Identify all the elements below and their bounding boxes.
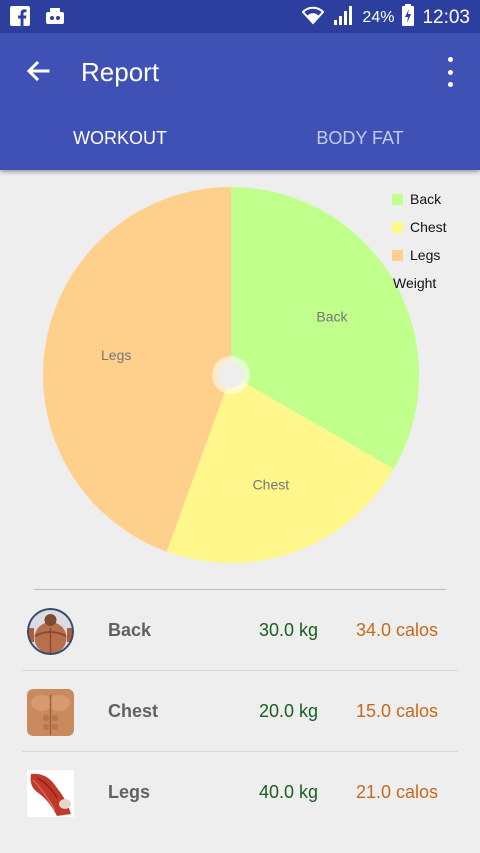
row-weight: 40.0 kg	[258, 782, 318, 802]
battery-percent: 24%	[362, 9, 395, 26]
legend-label: Legs	[410, 247, 441, 263]
legend-item-legs: Legs	[392, 241, 447, 269]
chest-muscle-image	[27, 689, 74, 736]
chart-legend: Back Chest Legs Weight	[392, 185, 447, 297]
tab-workout[interactable]: WORKOUT	[0, 128, 240, 149]
pie-hole	[218, 362, 244, 388]
pie-label-legs: Legs	[101, 347, 131, 363]
legend-label: Chest	[410, 219, 447, 235]
list-item[interactable]: Legs 40.0 kg 21.0 calos	[22, 752, 458, 833]
report-content: Back Chest Legs Back Chest Legs Weight B…	[0, 170, 480, 853]
list-item[interactable]: Back 30.0 kg 34.0 calos	[22, 590, 458, 671]
legend-swatch-legs	[392, 249, 403, 261]
legend-label: Back	[410, 191, 442, 207]
row-name: Back	[108, 620, 152, 640]
row-calories: 34.0 calos	[355, 620, 438, 640]
status-bar: 24% 12:03	[0, 0, 480, 33]
back-button[interactable]	[22, 55, 54, 87]
notification-icon	[44, 6, 66, 31]
legend-description: Weight	[393, 275, 437, 291]
clock-time: 12:03	[422, 7, 470, 28]
facebook-icon	[10, 6, 30, 31]
app-bar: Report WORKOUT BODY FAT	[0, 33, 480, 170]
legend-item-chest: Chest	[392, 213, 447, 241]
page-title: Report	[81, 57, 160, 87]
legs-muscle-image	[27, 770, 74, 817]
tab-body-fat[interactable]: BODY FAT	[240, 128, 480, 149]
list-item[interactable]: Chest 20.0 kg 15.0 calos	[22, 671, 458, 752]
more-vert-icon	[447, 69, 453, 75]
overflow-menu-button[interactable]	[438, 57, 462, 87]
signal-icon	[332, 4, 354, 32]
legend-swatch-chest	[392, 221, 403, 233]
more-vert-icon	[447, 82, 453, 87]
row-calories: 15.0 calos	[355, 701, 438, 721]
arrow-back-icon	[22, 60, 54, 91]
back-muscle-image	[27, 608, 74, 655]
legend-swatch-back	[392, 193, 403, 205]
row-name: Chest	[108, 701, 159, 721]
more-vert-icon	[447, 57, 453, 62]
pie-label-back: Back	[316, 309, 348, 325]
pie-label-chest: Chest	[253, 477, 290, 493]
row-weight: 20.0 kg	[258, 701, 318, 721]
legend-item-back: Back	[392, 185, 447, 213]
row-name: Legs	[108, 782, 151, 802]
row-weight: 30.0 kg	[258, 620, 318, 640]
row-calories: 21.0 calos	[355, 782, 438, 802]
battery-charging-icon	[402, 4, 415, 32]
wifi-icon	[302, 4, 325, 32]
